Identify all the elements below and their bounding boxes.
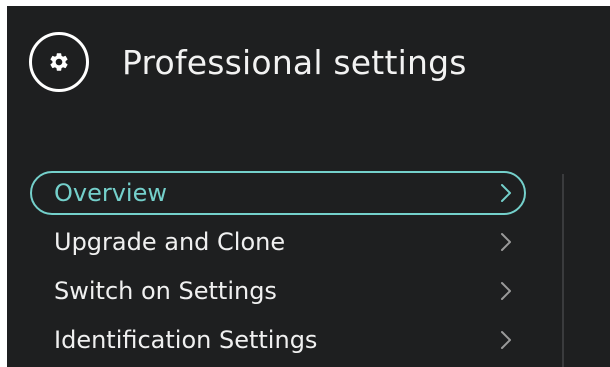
menu-item-overview[interactable]: Overview [30, 171, 526, 215]
chevron-right-icon [500, 281, 512, 301]
menu-item-upgrade-and-clone[interactable]: Upgrade and Clone [30, 220, 526, 264]
chevron-right-icon [500, 232, 512, 252]
menu-item-switch-on-settings[interactable]: Switch on Settings [30, 269, 526, 313]
menu-item-label: Identification Settings [54, 326, 318, 354]
header: Professional settings [29, 32, 467, 92]
menu-item-label: Overview [54, 179, 167, 207]
settings-menu: Overview Upgrade and Clone Switch on Set… [30, 171, 526, 367]
menu-item-label: Switch on Settings [54, 277, 277, 305]
settings-panel: Professional settings Overview Upgrade a… [7, 6, 610, 367]
menu-item-identification-settings[interactable]: Identification Settings [30, 318, 526, 362]
chevron-right-icon [500, 330, 512, 350]
column-divider [562, 174, 564, 367]
chevron-right-icon [500, 183, 512, 203]
gear-icon [29, 32, 89, 92]
page-title: Professional settings [122, 42, 467, 82]
menu-item-label: Upgrade and Clone [54, 228, 286, 256]
